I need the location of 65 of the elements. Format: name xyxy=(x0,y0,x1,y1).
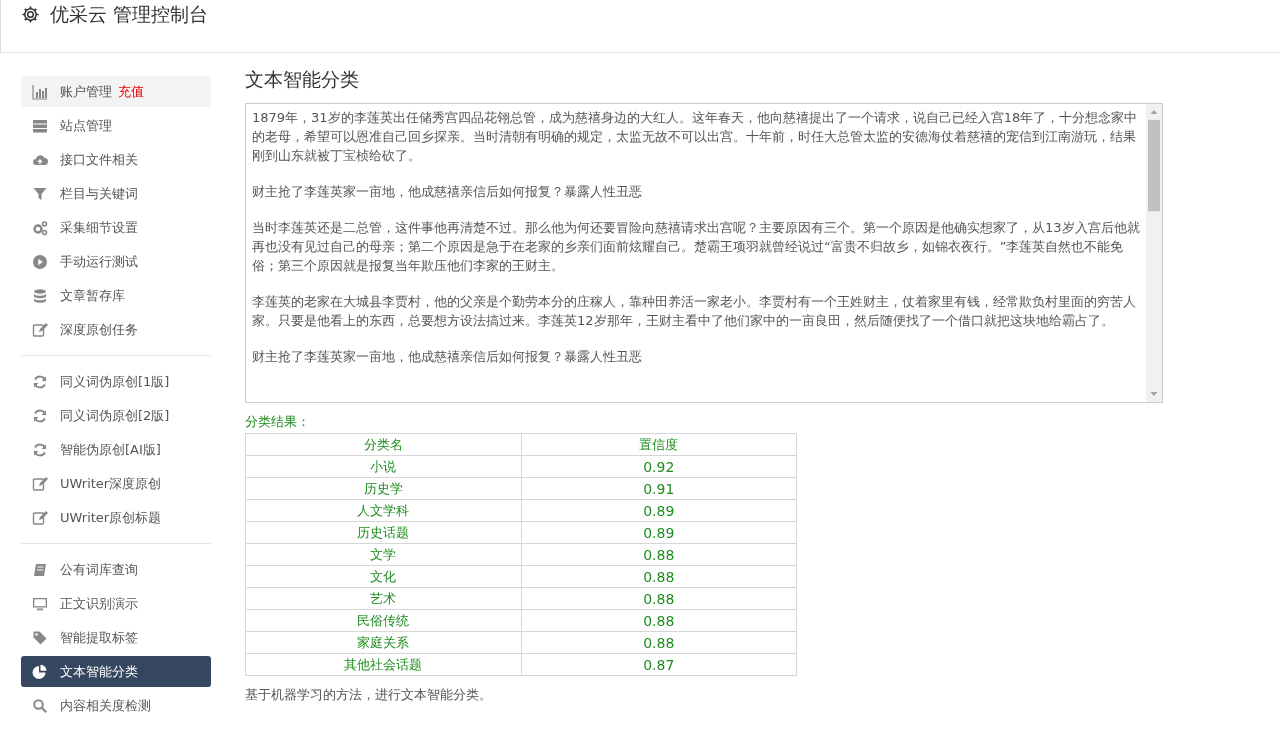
table-cell: 人文学科 xyxy=(245,499,521,522)
table-cell: 其他社会话题 xyxy=(245,653,521,676)
edit-icon xyxy=(32,509,48,526)
text-input-area[interactable]: 1879年，31岁的李莲英出任储秀宫四品花翎总管，成为慈禧身边的大红人。这年春天，他向慈禧提出了一个请求，说自己已经入宫18年了，十分想念家中的老母，希望可以恩准自己回乡探亲。当时清朝有明确的规定，太监无故不可以出宫。十年前，时任大总管太监的安德海仗着慈禧的宠信到江南游玩，结果刚到山东就被丁宝桢给砍了。 财主抢了李莲英家一亩地，他成慈禧亲信后如何报复？暴露人性丑恶 当时李莲英还是二总管，这件事他再清楚不过。那么他为何还要冒险向慈禧请求出宫呢？主要原因有三个。第一个原因是他确实想家了，从13岁入宫后他就再也没有见过自己的母亲；第二个原因是急于在老家的乡亲们面前炫耀自己。楚霸王项羽就曾经说过“富贵不归故乡，如锦衣夜行。”李莲英自然也不能免俗；第三个原因就是报复当年欺压他们李家的王财主。 李莲英的老家在大城县李贾村，他的父亲是个勤劳本分的庄稼人，靠种田养活一家老小。李贾村有一个王姓财主，仗着家里有钱，经常欺负村里面的穷苦人家。只要是他看上的东西，总要想方设法搞过来。李莲英12岁那年，王财主看中了他们家中的一亩良田，然后随便找了一个借口就把这块地给霸占了。 财主抢了李莲英家一亩地，他成慈禧亲信后如何报复？暴露人性丑恶 xyxy=(245,103,1163,403)
table-cell: 艺术 xyxy=(245,587,521,610)
table-cell: 0.91 xyxy=(521,477,797,500)
table-cell: 0.89 xyxy=(521,499,797,522)
sidebar-item[interactable]: 接口文件相关 xyxy=(21,144,211,175)
sidebar-item[interactable]: 采集细节设置 xyxy=(21,212,211,243)
sidebar-item[interactable]: 栏目与关键词 xyxy=(21,178,211,209)
refresh-icon xyxy=(32,441,48,458)
sidebar-item[interactable]: 智能提取标签 xyxy=(21,622,211,653)
sidebar-item[interactable]: UWriter深度原创 xyxy=(21,468,211,499)
table-cell: 文学 xyxy=(245,543,521,566)
sidebar-item[interactable]: 同义词伪原创[2版] xyxy=(21,400,211,431)
book-icon xyxy=(32,561,48,578)
sidebar-item[interactable]: 同义词伪原创[1版] xyxy=(21,366,211,397)
page-title: 文本智能分类 xyxy=(245,67,360,92)
table-cell: 0.88 xyxy=(521,587,797,610)
table-cell: 民俗传统 xyxy=(245,609,521,632)
sidebar-item[interactable]: 正文识别演示 xyxy=(21,588,211,619)
sidebar-item[interactable]: 站点管理 xyxy=(21,110,211,141)
sidebar-item[interactable]: 公有词库查询 xyxy=(21,554,211,585)
table-cell: 0.88 xyxy=(521,565,797,588)
sidebar-item[interactable]: 账户管理 充值 xyxy=(21,76,211,107)
column-header: 置信度 xyxy=(521,433,797,456)
refresh-icon xyxy=(32,373,48,390)
table-cell: 0.88 xyxy=(521,609,797,632)
sidebar-item[interactable]: 内容相关度检测 xyxy=(21,690,211,721)
sidebar-item[interactable]: UWriter原创标题 xyxy=(21,502,211,533)
edit-icon xyxy=(32,475,48,492)
table-cell: 历史话题 xyxy=(245,521,521,544)
sidebar-item[interactable]: 文本智能分类 xyxy=(21,656,211,687)
sidebar-item[interactable]: 手动运行测试 xyxy=(21,246,211,277)
play-icon xyxy=(32,253,48,270)
edit-icon xyxy=(32,321,48,338)
footer-note: 基于机器学习的方法，进行文本智能分类。 xyxy=(245,686,493,704)
table-cell: 0.89 xyxy=(521,521,797,544)
settings-icon xyxy=(21,5,40,24)
table-cell: 0.87 xyxy=(521,653,797,676)
table-cell: 历史学 xyxy=(245,477,521,500)
pie-chart-icon xyxy=(32,663,48,680)
table-cell: 小说 xyxy=(245,455,521,478)
sidebar-item[interactable]: 文章暂存库 xyxy=(21,280,211,311)
app-title: 优采云 管理控制台 xyxy=(50,2,209,27)
tag-icon xyxy=(32,629,48,646)
sidebar-item[interactable]: 智能伪原创[AI版] xyxy=(21,434,211,465)
monitor-icon xyxy=(32,595,48,612)
scrollbar[interactable] xyxy=(1146,104,1162,402)
table-cell: 0.92 xyxy=(521,455,797,478)
result-label: 分类结果： xyxy=(245,413,311,431)
magnifier-icon xyxy=(32,697,48,714)
bar-chart-icon xyxy=(32,83,48,100)
table-cell: 家庭关系 xyxy=(245,631,521,654)
server-icon xyxy=(32,117,48,134)
table-cell: 0.88 xyxy=(521,543,797,566)
filter-icon xyxy=(32,185,48,202)
database-icon xyxy=(32,287,48,304)
gears-icon xyxy=(32,219,48,236)
table-cell: 文化 xyxy=(245,565,521,588)
sidebar-item[interactable]: 深度原创任务 xyxy=(21,314,211,345)
table-cell: 0.88 xyxy=(521,631,797,654)
refresh-icon xyxy=(32,407,48,424)
recharge-link[interactable]: 充值 xyxy=(118,82,144,101)
column-header: 分类名 xyxy=(245,433,521,456)
